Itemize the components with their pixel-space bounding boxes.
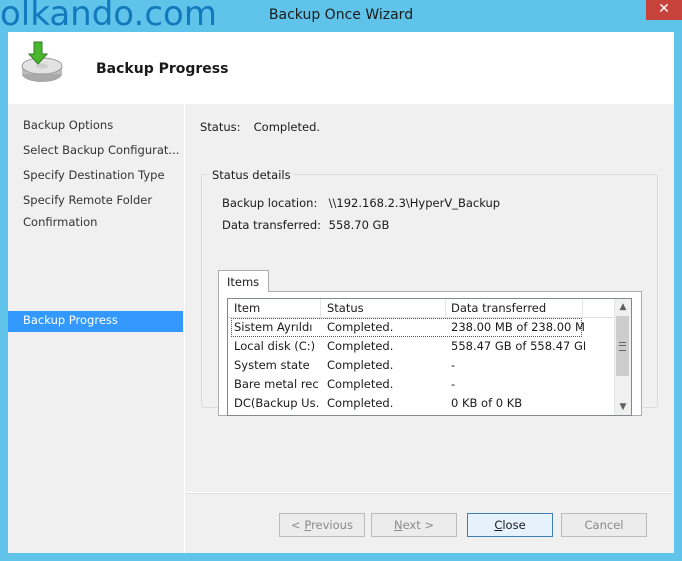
row-status: Completed. xyxy=(327,339,394,353)
row-data-transferred: 0 KB of 0 KB xyxy=(451,396,523,410)
window-title: Backup Once Wizard xyxy=(268,7,414,23)
status-line: Status: Completed. xyxy=(200,120,320,134)
close-window-button[interactable]: ✕ xyxy=(646,0,682,20)
row-item: Local disk (C:) xyxy=(234,339,316,353)
items-list-scrollbar[interactable]: ▲ ▼ xyxy=(614,299,631,415)
row-data-transferred: - xyxy=(451,377,456,391)
close-button[interactable]: Close xyxy=(467,513,553,537)
row-data-transferred: - xyxy=(451,358,456,372)
row-data-transferred: 238.00 MB of 238.00 MB xyxy=(451,320,585,334)
table-row[interactable]: Sistem Ayrıldı Completed. 238.00 MB of 2… xyxy=(231,318,585,337)
backup-location-value: \\192.168.2.3\HyperV_Backup xyxy=(328,196,501,210)
row-item: Bare metal rec... xyxy=(234,377,320,391)
table-row[interactable]: System state Completed. - xyxy=(228,356,617,375)
row-data-transferred: 558.47 GB of 558.47 GB xyxy=(451,339,585,353)
row-item: DC(Backup Us... xyxy=(234,396,320,410)
backup-disk-icon xyxy=(21,41,63,82)
status-label: Status: xyxy=(200,120,241,134)
tab-items[interactable]: Items xyxy=(218,270,269,292)
step-backup-progress[interactable]: Backup Progress xyxy=(8,311,183,332)
data-transferred-label: Data transferred: xyxy=(222,218,322,232)
wizard-footer: < Previous Next > Close Cancel xyxy=(185,494,674,553)
items-tab-panel: Item Status Data transferred Sistem Ayrı… xyxy=(218,291,642,416)
row-status: Completed. xyxy=(327,396,394,410)
row-item: System state xyxy=(234,358,310,372)
table-row[interactable]: Bare metal rec... Completed. - xyxy=(228,375,617,394)
status-value: Completed. xyxy=(253,120,321,134)
wizard-header: Backup Progress xyxy=(8,32,674,104)
table-row[interactable]: Local disk (C:) Completed. 558.47 GB of … xyxy=(228,337,617,356)
wizard-steps-sidebar: Backup Options Select Backup Configurat.… xyxy=(8,104,184,553)
main-panel: Status: Completed. Status details Backup… xyxy=(185,104,674,492)
row-item: Sistem Ayrıldı xyxy=(234,320,313,334)
page-title: Backup Progress xyxy=(96,61,229,77)
row-status: Completed. xyxy=(327,358,394,372)
backup-location-row: Backup location: \\192.168.2.3\HyperV_Ba… xyxy=(222,196,500,210)
tab-items-label: Items xyxy=(227,275,260,289)
step-backup-options[interactable]: Backup Options xyxy=(23,118,113,132)
scroll-down-icon[interactable]: ▼ xyxy=(615,399,631,415)
scroll-thumb[interactable] xyxy=(616,316,629,376)
grip-icon xyxy=(619,342,626,351)
step-specify-remote-folder[interactable]: Specify Remote Folder xyxy=(23,193,152,207)
row-status: Completed. xyxy=(327,377,394,391)
step-select-backup-configuration[interactable]: Select Backup Configurat... xyxy=(23,143,179,157)
scroll-up-icon[interactable]: ▲ xyxy=(615,299,631,315)
step-backup-progress-label: Backup Progress xyxy=(23,313,118,327)
cancel-button[interactable]: Cancel xyxy=(561,513,647,537)
column-header-status[interactable]: Status xyxy=(327,301,364,315)
wizard-window: olkando.com Backup Once Wizard ✕ Backup … xyxy=(0,0,682,561)
step-specify-destination-type[interactable]: Specify Destination Type xyxy=(23,168,165,182)
next-button[interactable]: Next > xyxy=(371,513,457,537)
step-confirmation[interactable]: Confirmation xyxy=(23,215,97,229)
column-header-item[interactable]: Item xyxy=(234,301,260,315)
items-list-header: Item Status Data transferred xyxy=(228,299,617,318)
close-icon: ✕ xyxy=(658,1,670,17)
data-transferred-value: 558.70 GB xyxy=(328,218,390,232)
data-transferred-row: Data transferred: 558.70 GB xyxy=(222,218,389,232)
status-details-caption: Status details xyxy=(209,168,294,182)
wizard-client: Backup Progress Backup Options Select Ba… xyxy=(8,32,674,553)
column-header-data-transferred[interactable]: Data transferred xyxy=(451,301,546,315)
table-row[interactable]: DC(Backup Us... Completed. 0 KB of 0 KB xyxy=(228,394,617,413)
backup-location-label: Backup location: xyxy=(222,196,318,210)
previous-button[interactable]: < Previous xyxy=(279,513,365,537)
items-list[interactable]: Item Status Data transferred Sistem Ayrı… xyxy=(227,298,632,416)
title-bar[interactable]: olkando.com Backup Once Wizard ✕ xyxy=(0,0,682,34)
row-status: Completed. xyxy=(327,320,394,334)
